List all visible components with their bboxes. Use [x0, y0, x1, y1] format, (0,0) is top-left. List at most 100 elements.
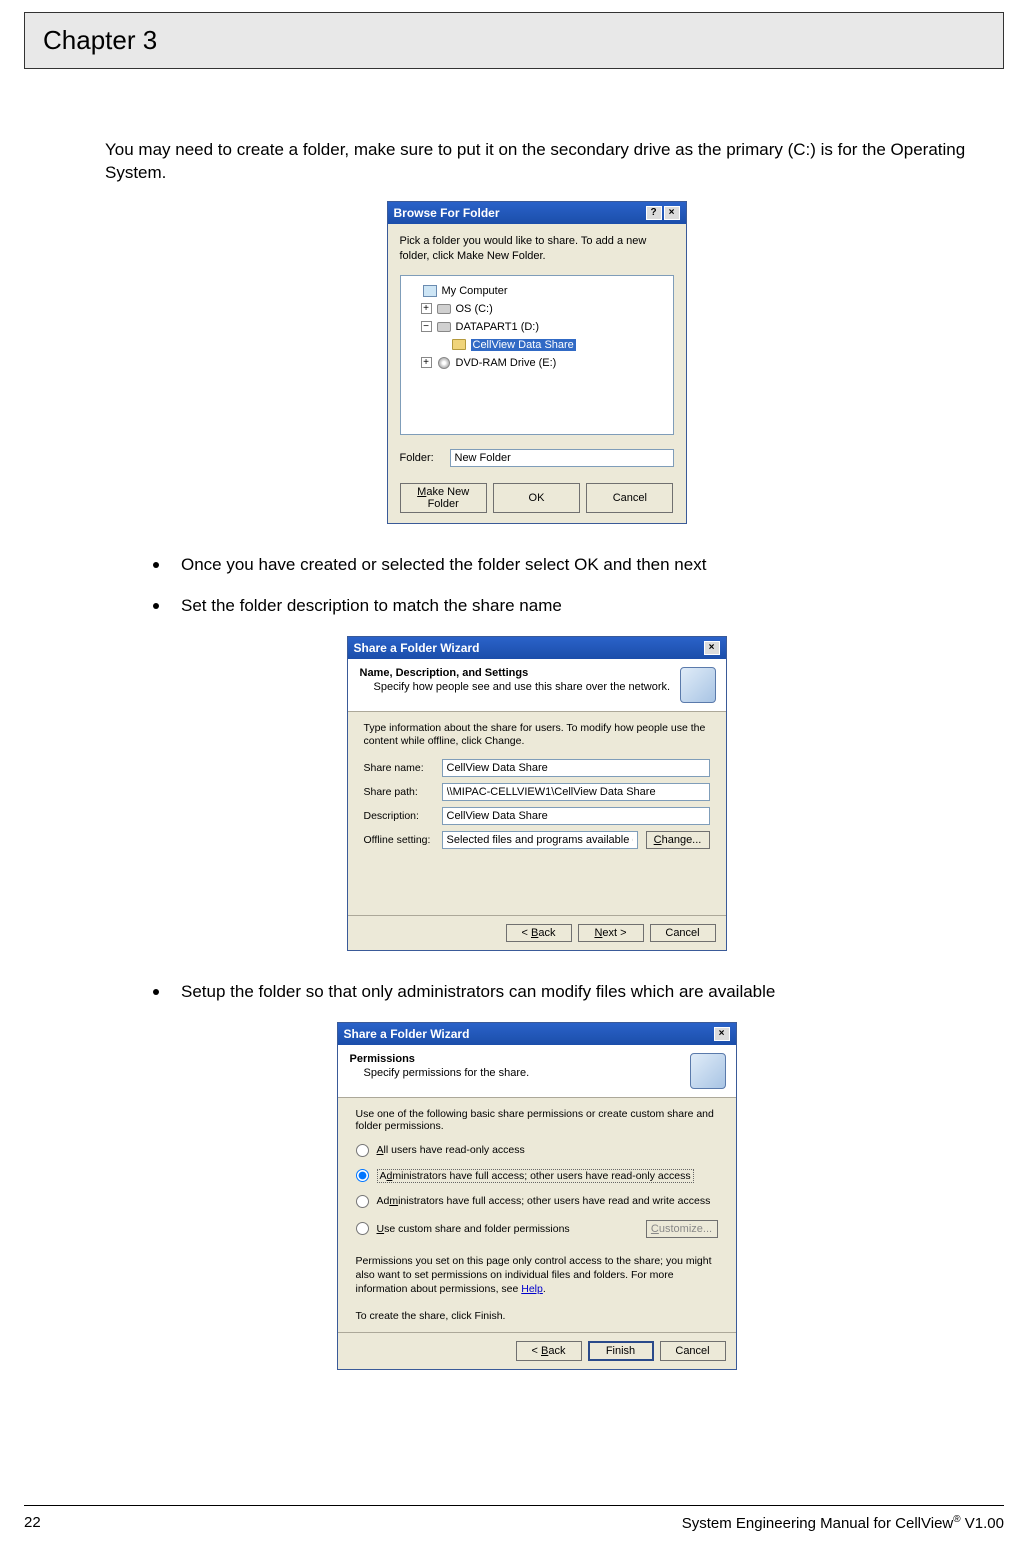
wiz-header: Name, Description, and Settings Specify …	[348, 659, 726, 712]
intro-paragraph: You may need to create a folder, make su…	[105, 139, 968, 185]
cancel-button[interactable]: Cancel	[586, 483, 673, 513]
tree-drive-d[interactable]: − DATAPART1 (D:)	[407, 318, 667, 336]
dialog1-title: Browse For Folder	[394, 206, 500, 220]
bullet-dot-icon	[153, 562, 159, 568]
page-number: 22	[24, 1514, 41, 1532]
tree-drive-c-label: OS (C:)	[456, 303, 493, 315]
bullet-1: Once you have created or selected the fo…	[153, 554, 968, 577]
bullet-2: Set the folder description to match the …	[153, 595, 968, 618]
folder-name-row: Folder:	[400, 449, 674, 467]
period: .	[543, 1283, 546, 1295]
dialog2-titlebtns: ×	[704, 641, 720, 655]
back-button[interactable]: < Back	[506, 924, 572, 942]
folder-icon	[451, 338, 467, 352]
offline-row: Offline setting: Change...	[364, 831, 710, 849]
folder-label: Folder:	[400, 452, 450, 464]
tree-root-label: My Computer	[442, 285, 508, 297]
help-link[interactable]: Help	[521, 1283, 543, 1295]
finish-button[interactable]: Finish	[588, 1341, 654, 1361]
tree-drive-c[interactable]: + OS (C:)	[407, 300, 667, 318]
perm-option-3[interactable]: Administrators have full access; other u…	[356, 1195, 718, 1208]
ok-button[interactable]: OK	[493, 483, 580, 513]
tree-root[interactable]: My Computer	[407, 282, 667, 300]
dialog1-body: Pick a folder you would like to share. T…	[388, 224, 686, 523]
page-container: Chapter 3 You may need to create a folde…	[0, 12, 1028, 1554]
close-button[interactable]: ×	[704, 641, 720, 655]
content-body: You may need to create a folder, make su…	[0, 69, 1028, 1420]
perm-radio-2[interactable]	[356, 1169, 369, 1182]
perm-opt2-label: Administrators have full access; other u…	[377, 1169, 694, 1183]
offline-input[interactable]	[442, 831, 638, 849]
dialog1-titlebtns: ? ×	[646, 206, 680, 220]
bullet-3: Setup the folder so that only administra…	[153, 981, 968, 1004]
perm-radio-1[interactable]	[356, 1144, 369, 1157]
bullet-1-text: Once you have created or selected the fo…	[181, 554, 706, 577]
share-wizard-name-dialog: Share a Folder Wizard × Name, Descriptio…	[347, 636, 727, 951]
folder-tree[interactable]: My Computer + OS (C:) − DATAPART	[400, 275, 674, 435]
close-button[interactable]: ×	[664, 206, 680, 220]
perm-opt3-label: Administrators have full access; other u…	[377, 1195, 711, 1207]
bullet-2-text: Set the folder description to match the …	[181, 595, 562, 618]
description-label: Description:	[364, 810, 442, 822]
wiz-footer: < Back Next > Cancel	[348, 915, 726, 950]
bullet-list-1: Once you have created or selected the fo…	[153, 554, 968, 618]
dialog2-wrap: Share a Folder Wizard × Name, Descriptio…	[105, 636, 968, 951]
computer-icon	[422, 284, 438, 298]
bullet-dot-icon	[153, 603, 159, 609]
wiz3-header-sub: Specify permissions for the share.	[350, 1067, 530, 1079]
drive-icon	[436, 320, 452, 334]
dialog1-wrap: Browse For Folder ? × Pick a folder you …	[105, 201, 968, 524]
back-button[interactable]: < Back	[516, 1341, 582, 1361]
footer-right: System Engineering Manual for CellView® …	[682, 1514, 1004, 1532]
tree-drive-e-label: DVD-RAM Drive (E:)	[456, 357, 557, 369]
cancel-button[interactable]: Cancel	[650, 924, 716, 942]
browse-folder-dialog: Browse For Folder ? × Pick a folder you …	[387, 201, 687, 524]
share-path-row: Share path:	[364, 783, 710, 801]
perm-option-2[interactable]: Administrators have full access; other u…	[356, 1169, 718, 1183]
perm-opt1-label: All users have read-only access	[377, 1144, 525, 1156]
cancel-button[interactable]: Cancel	[660, 1341, 726, 1361]
page-footer: 22 System Engineering Manual for CellVie…	[24, 1505, 1004, 1532]
bullet-list-2: Setup the folder so that only administra…	[153, 981, 968, 1004]
make-new-folder-button[interactable]: Make New Folder	[400, 483, 487, 513]
dvd-icon	[436, 356, 452, 370]
help-button[interactable]: ?	[646, 206, 662, 220]
wizard-icon	[680, 667, 716, 703]
perm-option-1[interactable]: All users have read-only access	[356, 1144, 718, 1157]
share-path-input[interactable]	[442, 783, 710, 801]
wiz-body: Type information about the share for use…	[348, 712, 726, 915]
customize-button: Customize...	[646, 1220, 718, 1238]
description-row: Description:	[364, 807, 710, 825]
close-button[interactable]: ×	[714, 1027, 730, 1041]
footer-reg-icon: ®	[953, 1514, 960, 1525]
perm-note: Permissions you set on this page only co…	[356, 1254, 718, 1297]
description-input[interactable]	[442, 807, 710, 825]
perm-radio-3[interactable]	[356, 1195, 369, 1208]
collapse-icon[interactable]: −	[421, 321, 432, 332]
tree-selected-label: CellView Data Share	[471, 339, 576, 351]
tree-selected-folder[interactable]: CellView Data Share	[407, 336, 667, 354]
dialog1-button-row: Make New Folder OK Cancel	[400, 483, 674, 513]
perm-option-4[interactable]: Use custom share and folder permissions …	[356, 1220, 718, 1238]
change-button[interactable]: Change...	[646, 831, 710, 849]
share-name-input[interactable]	[442, 759, 710, 777]
share-name-label: Share name:	[364, 762, 442, 774]
expand-icon[interactable]: +	[421, 303, 432, 314]
dialog2-titlebar: Share a Folder Wizard ×	[348, 637, 726, 659]
dialog3-title: Share a Folder Wizard	[344, 1027, 470, 1041]
tree-expander-blank	[407, 285, 418, 296]
footer-version: V1.00	[961, 1515, 1004, 1532]
expand-icon[interactable]: +	[421, 357, 432, 368]
dialog2-title: Share a Folder Wizard	[354, 641, 480, 655]
next-button[interactable]: Next >	[578, 924, 644, 942]
wiz3-header-title: Permissions	[350, 1053, 530, 1065]
dialog3-wrap: Share a Folder Wizard × Permissions Spec…	[105, 1022, 968, 1371]
wiz-header-title: Name, Description, and Settings	[360, 667, 671, 679]
folder-name-input[interactable]	[450, 449, 674, 467]
wiz-header-sub: Specify how people see and use this shar…	[360, 681, 671, 693]
perm-radio-4[interactable]	[356, 1222, 369, 1235]
tree-drive-e[interactable]: + DVD-RAM Drive (E:)	[407, 354, 667, 372]
dialog1-titlebar: Browse For Folder ? ×	[388, 202, 686, 224]
wizard-icon	[690, 1053, 726, 1089]
wiz-header-text: Name, Description, and Settings Specify …	[360, 667, 671, 693]
